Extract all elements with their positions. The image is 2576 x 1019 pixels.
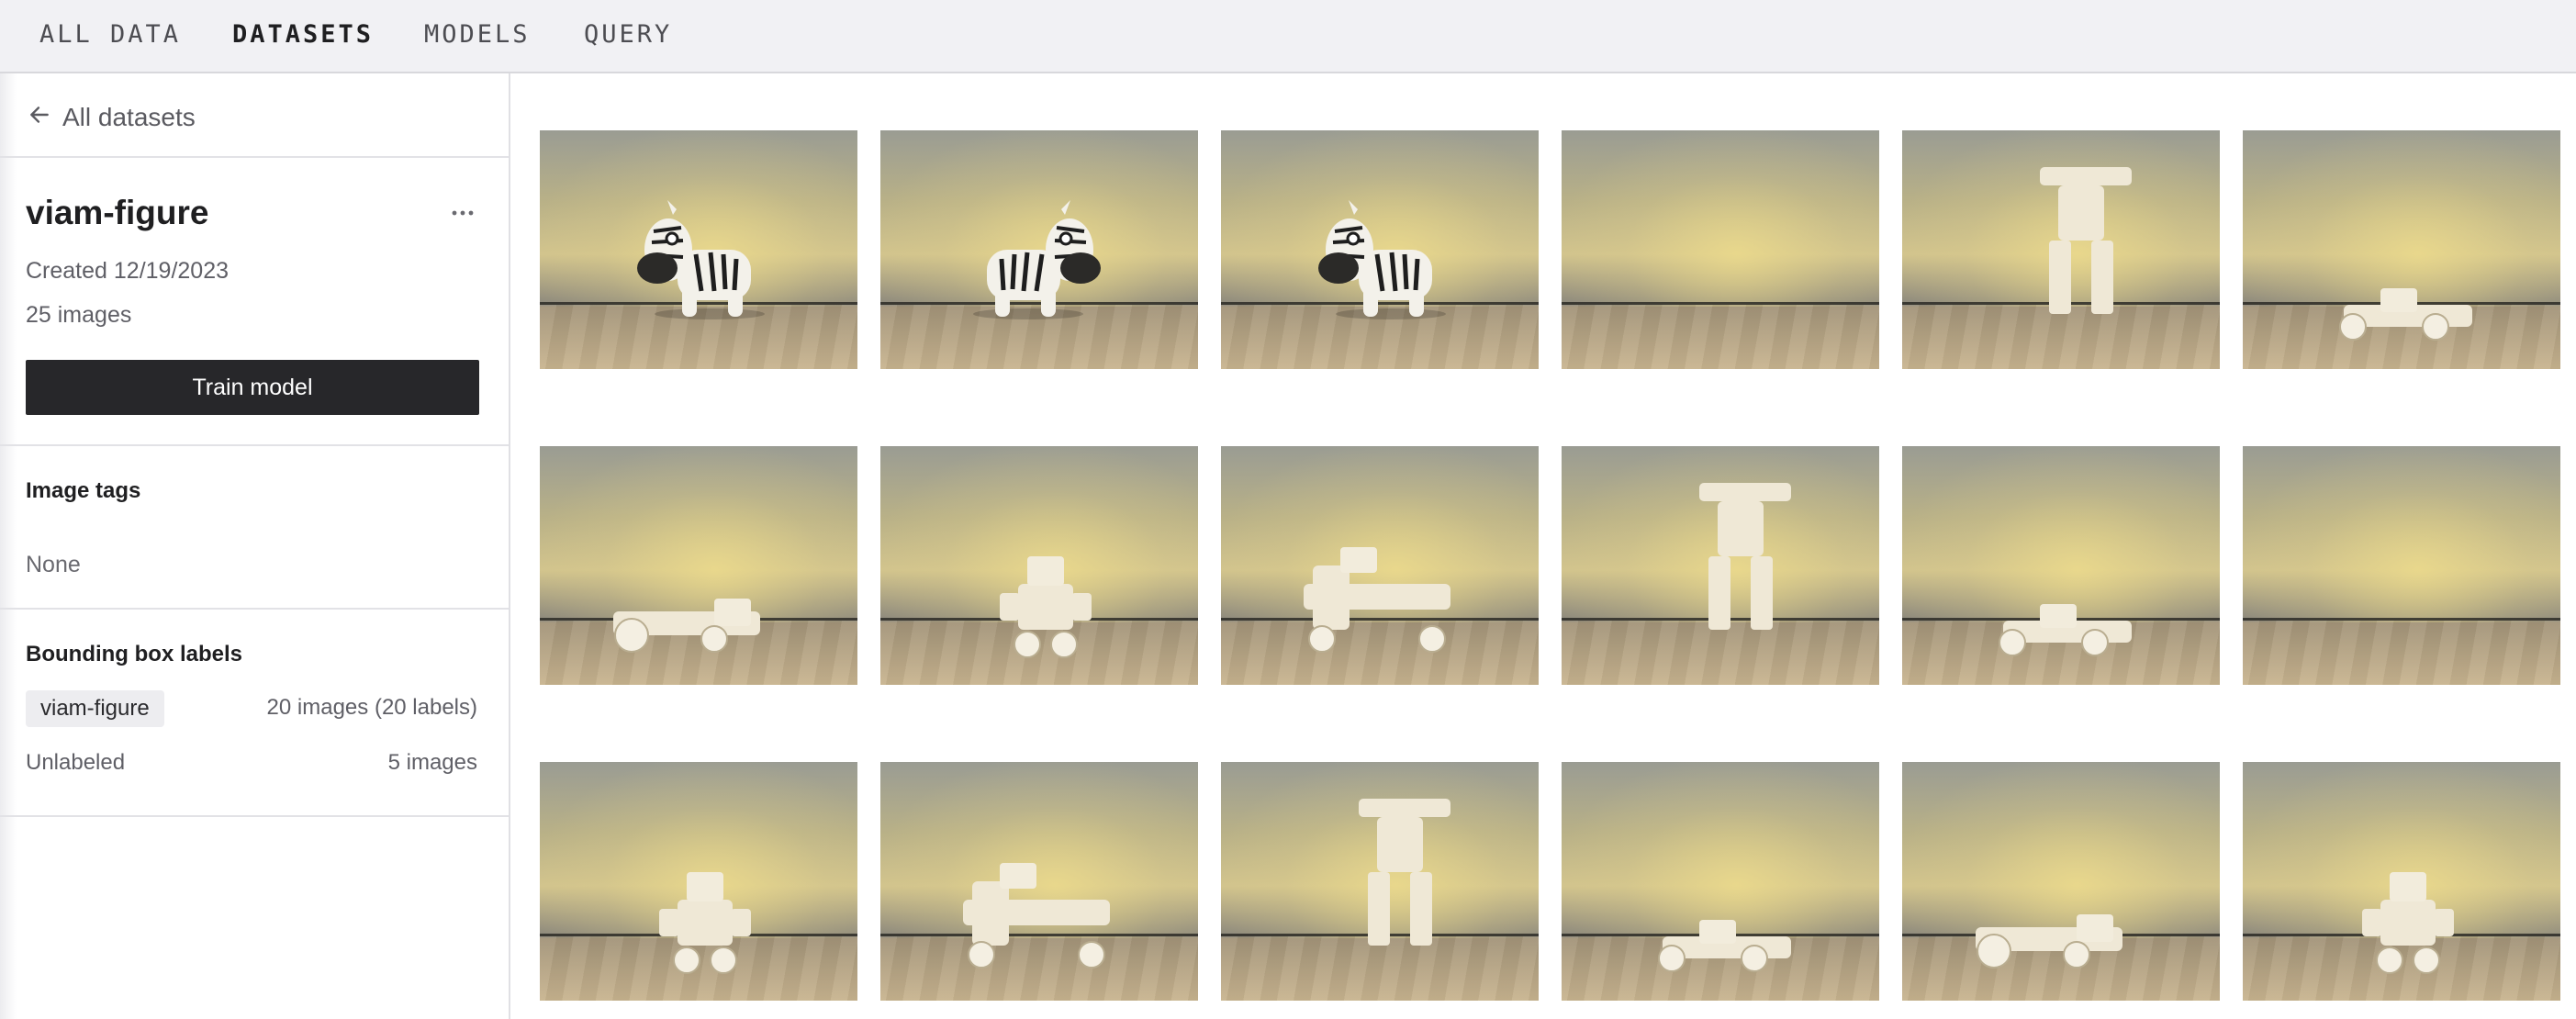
image-thumbnail[interactable]	[1221, 130, 1539, 369]
image-thumbnail[interactable]	[1562, 446, 1879, 685]
image-thumbnail[interactable]	[540, 130, 857, 369]
image-thumbnail[interactable]	[880, 130, 1198, 369]
bounding-box-labels-heading: Bounding box labels	[26, 642, 243, 666]
tab-query[interactable]: QUERY	[584, 20, 672, 50]
label-count: 20 images (20 labels)	[266, 695, 477, 720]
image-thumbnail[interactable]	[1902, 762, 2220, 1001]
image-thumbnail[interactable]	[2243, 762, 2560, 1001]
image-tags-value: None	[26, 552, 81, 577]
image-thumbnail[interactable]	[880, 446, 1198, 685]
image-thumbnail[interactable]	[1902, 130, 2220, 369]
image-thumbnail[interactable]	[1562, 762, 1879, 1001]
label-chip-viam-figure[interactable]: viam-figure	[26, 690, 164, 727]
image-thumbnail[interactable]	[1221, 446, 1539, 685]
ellipsis-icon	[452, 205, 474, 221]
image-grid	[540, 130, 2560, 1001]
unlabeled-filter[interactable]: Unlabeled	[26, 749, 125, 777]
image-thumbnail[interactable]	[540, 446, 857, 685]
tab-models[interactable]: MODELS	[424, 20, 531, 50]
divider	[0, 608, 509, 610]
image-thumbnail[interactable]	[1221, 762, 1539, 1001]
tab-all-data[interactable]: ALL DATA	[39, 20, 181, 50]
divider	[0, 815, 509, 817]
divider	[0, 444, 509, 446]
image-thumbnail[interactable]	[2243, 130, 2560, 369]
image-count: 25 images	[26, 302, 132, 328]
created-date: Created 12/19/2023	[26, 258, 230, 284]
dataset-title: viam-figure	[26, 194, 209, 231]
train-model-button[interactable]: Train model	[26, 360, 479, 415]
image-thumbnail[interactable]	[2243, 446, 2560, 685]
top-nav: ALL DATA DATASETS MODELS QUERY	[0, 0, 2576, 73]
divider	[0, 156, 509, 158]
tab-datasets[interactable]: DATASETS	[232, 20, 374, 50]
back-link-label: All datasets	[62, 103, 196, 131]
dataset-sidebar: All datasets viam-figure Created 12/19/2…	[0, 73, 510, 1019]
image-thumbnail[interactable]	[880, 762, 1198, 1001]
image-tags-heading: Image tags	[26, 478, 141, 503]
arrow-left-icon	[28, 103, 51, 133]
unlabeled-count: 5 images	[387, 750, 477, 775]
more-options-button[interactable]	[446, 196, 479, 230]
image-thumbnail[interactable]	[540, 762, 857, 1001]
image-thumbnail[interactable]	[1562, 130, 1879, 369]
image-thumbnail[interactable]	[1902, 446, 2220, 685]
back-to-datasets-link[interactable]: All datasets	[28, 99, 196, 136]
